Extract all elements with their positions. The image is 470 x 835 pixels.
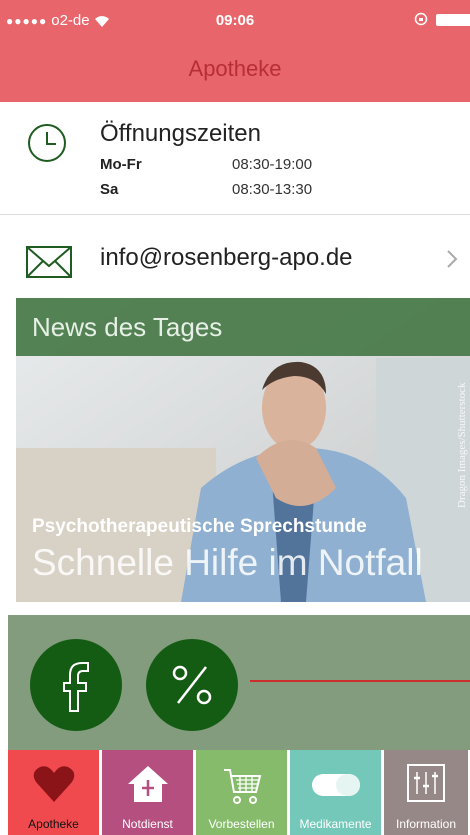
tab-apotheke[interactable]: Apotheke xyxy=(8,750,99,835)
pharmacy-house-icon xyxy=(127,766,168,802)
tab-medikamente[interactable]: Medikamente xyxy=(290,750,381,835)
app-header: ●●●●● o2-de 09:06 Apotheke xyxy=(0,0,470,102)
tab-label: Apotheke xyxy=(28,817,79,831)
opening-hours: Öffnungszeiten Mo-Fr 08:30-19:00 Sa 08:30-… xyxy=(0,102,470,215)
tab-label: Medikamente xyxy=(299,817,372,831)
tab-bar: Apotheke Notdienst Vorbestellen Medikame… xyxy=(8,750,470,835)
email-row[interactable]: info@rosenberg-apo.de xyxy=(0,216,470,298)
discount-button[interactable] xyxy=(146,639,238,731)
page-title: Apotheke xyxy=(188,56,282,81)
mail-icon xyxy=(26,246,72,278)
divider-line xyxy=(250,680,470,682)
clock-icon xyxy=(28,124,66,162)
hours-row: Sa 08:30-13:30 xyxy=(100,181,312,198)
shopping-cart-icon xyxy=(223,769,261,804)
percent-icon xyxy=(172,665,212,705)
facebook-button[interactable] xyxy=(30,639,122,731)
news-headline: Schnelle Hilfe im Notfall xyxy=(32,542,423,583)
social-panel xyxy=(8,615,470,750)
status-time: 09:06 xyxy=(215,12,255,29)
tab-vorbestellen[interactable]: Vorbestellen xyxy=(196,750,287,835)
news-header-bar: News des Tages xyxy=(16,298,470,356)
facebook-icon xyxy=(63,662,89,712)
email-address: info@rosenberg-apo.de xyxy=(100,244,353,271)
hours-day: Sa xyxy=(100,181,119,198)
image-credit: Dragon Images/Shutterstock xyxy=(456,382,468,508)
status-bar: ●●●●● o2-de 09:06 xyxy=(0,0,470,40)
news-subtitle: Psychotherapeutische Sprechstunde xyxy=(32,516,367,537)
tab-label: Notdienst xyxy=(122,817,173,831)
hours-title: Öffnungszeiten xyxy=(100,120,262,147)
hours-time: 08:30-19:00 xyxy=(232,156,313,173)
tab-information[interactable]: Information xyxy=(384,750,468,835)
news-heading: News des Tages xyxy=(32,312,223,342)
chevron-right-icon xyxy=(447,250,458,268)
tab-label: Vorbestellen xyxy=(208,817,275,831)
hours-day: Mo-Fr xyxy=(100,156,142,173)
sliders-icon xyxy=(407,764,445,802)
pill-icon xyxy=(311,774,360,796)
tab-notdienst[interactable]: Notdienst xyxy=(102,750,193,835)
news-card[interactable]: News des Tages Psychotherapeutische Spre… xyxy=(16,298,470,602)
battery-icon xyxy=(436,14,470,26)
hours-row: Mo-Fr 08:30-19:00 xyxy=(100,156,312,173)
heart-icon xyxy=(33,766,74,802)
tab-label: Information xyxy=(395,817,457,831)
rotation-lock-icon xyxy=(414,12,428,26)
hours-time: 08:30-13:30 xyxy=(232,181,313,198)
